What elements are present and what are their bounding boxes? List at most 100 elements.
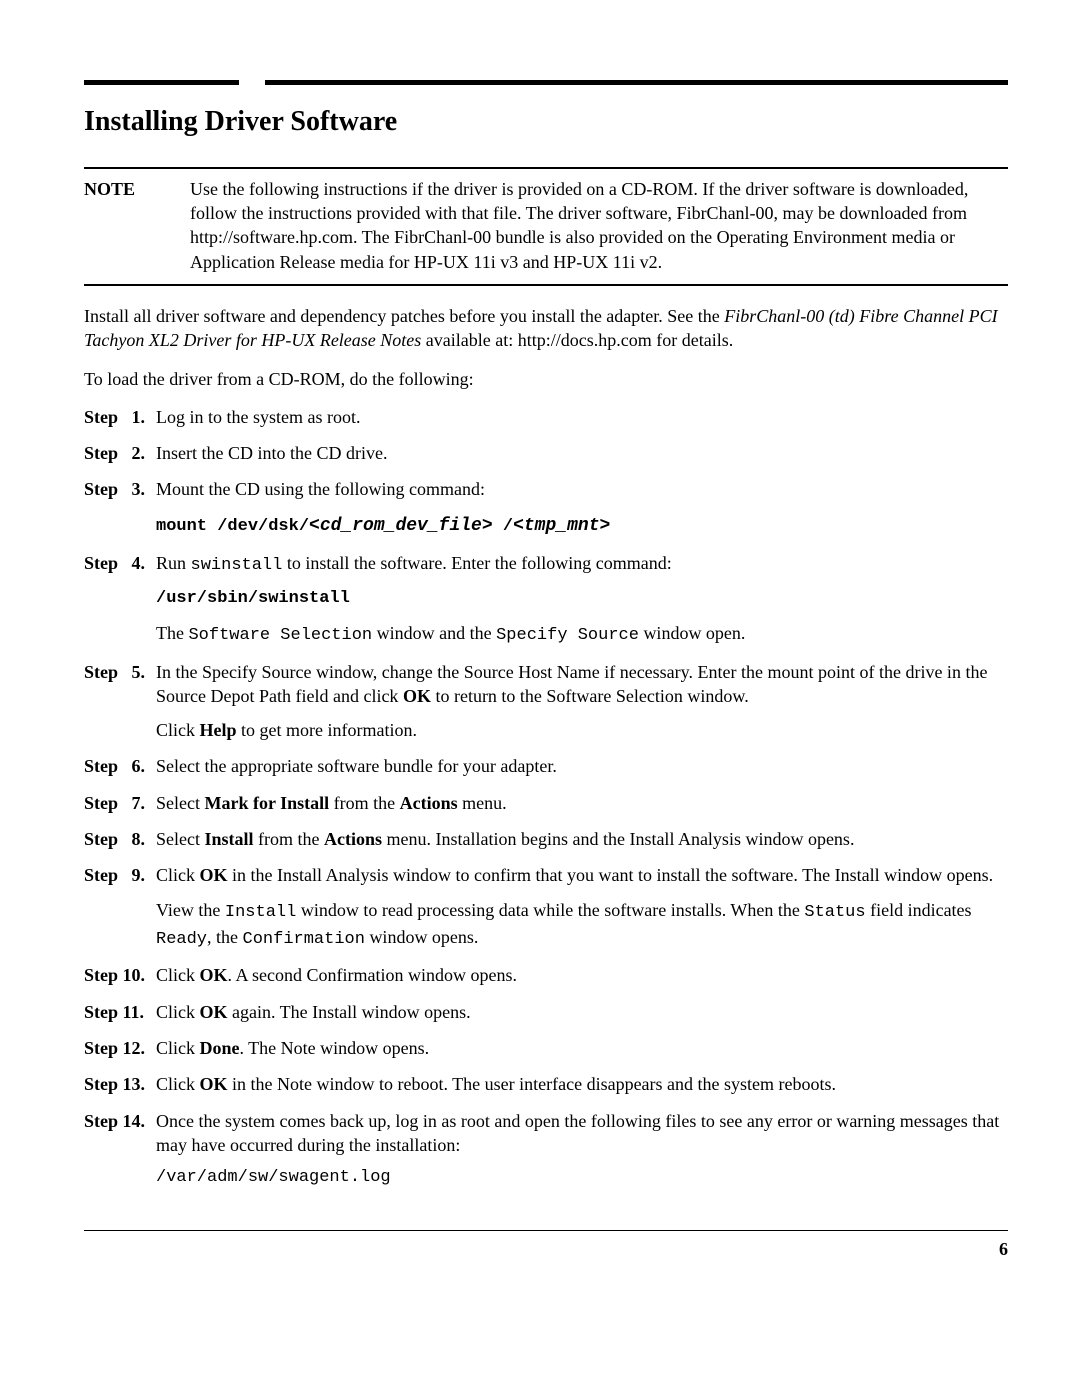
step-body: In the Specify Source window, change the… (156, 660, 1008, 743)
step-label: Step 7. (84, 791, 156, 815)
t-bold: Help (200, 720, 237, 740)
t: from the (329, 793, 399, 813)
step-2: Step 2. Insert the CD into the CD drive. (84, 441, 1008, 465)
step-text: Log in to the system as root. (156, 405, 1008, 429)
intro-paragraph-1: Install all driver software and dependen… (84, 304, 1008, 353)
step-5: Step 5. In the Specify Source window, ch… (84, 660, 1008, 743)
step-label: Step 9. (84, 863, 156, 951)
step-1: Step 1. Log in to the system as root. (84, 405, 1008, 429)
step-body: Mount the CD using the following command… (156, 477, 1008, 538)
t: . The Note window opens. (240, 1038, 430, 1058)
intro-paragraph-2: To load the driver from a CD-ROM, do the… (84, 367, 1008, 391)
t: window open. (639, 623, 746, 643)
step-label: Step 1. (84, 405, 156, 429)
t: The (156, 623, 188, 643)
step-4: Step 4. Run swinstall to install the sof… (84, 551, 1008, 648)
note-label: NOTE (84, 177, 144, 274)
step-text: The Software Selection window and the Sp… (156, 621, 1008, 648)
step-body: Click OK. A second Confirmation window o… (156, 963, 1008, 987)
t: Click (156, 865, 200, 885)
step-body: Select Install from the Actions menu. In… (156, 827, 1008, 851)
step-6: Step 6. Select the appropriate software … (84, 754, 1008, 778)
t: in the Install Analysis window to confir… (228, 865, 994, 885)
step-label: Step 6. (84, 754, 156, 778)
step-text: Click Done. The Note window opens. (156, 1036, 1008, 1060)
step-text: Mount the CD using the following command… (156, 477, 1008, 501)
step-text: View the Install window to read processi… (156, 898, 1008, 952)
intro1-a: Install all driver software and dependen… (84, 306, 724, 326)
t-bold: Mark for Install (204, 793, 329, 813)
t-mono: Status (804, 903, 865, 922)
step-3: Step 3. Mount the CD using the following… (84, 477, 1008, 538)
step-text: Insert the CD into the CD drive. (156, 441, 1008, 465)
step-body: Click Done. The Note window opens. (156, 1036, 1008, 1060)
step-command: /usr/sbin/swinstall (156, 588, 1008, 611)
step-body: Select the appropriate software bundle f… (156, 754, 1008, 778)
step-8: Step 8. Select Install from the Actions … (84, 827, 1008, 851)
t-mono: swinstall (191, 556, 283, 575)
top-rule-long (265, 80, 1008, 85)
t-mono: Install (225, 903, 296, 922)
top-rule (84, 80, 1008, 85)
step-14: Step 14. Once the system comes back up, … (84, 1109, 1008, 1191)
step-text: Click Help to get more information. (156, 718, 1008, 742)
t-bold: OK (403, 686, 431, 706)
cmd-a: mount /dev/dsk/ (156, 517, 309, 536)
t: . A second Confirmation window opens. (228, 965, 517, 985)
t: window to read processing data while the… (296, 900, 804, 920)
step-body: Click OK in the Note window to reboot. T… (156, 1072, 1008, 1096)
step-body: Select Mark for Install from the Actions… (156, 791, 1008, 815)
step-text: Once the system comes back up, log in as… (156, 1109, 1008, 1158)
step-body: Log in to the system as root. (156, 405, 1008, 429)
step-label: Step 5. (84, 660, 156, 743)
t: to return to the Software Selection wind… (431, 686, 749, 706)
t: to install the software. Enter the follo… (282, 553, 671, 573)
log-path: /var/adm/sw/swagent.log (156, 1167, 1008, 1190)
page-number: 6 (999, 1239, 1008, 1259)
step-body: Click OK again. The Install window opens… (156, 1000, 1008, 1024)
cmd-d: <tmp_mnt> (513, 516, 610, 536)
t-bold: Done (200, 1038, 240, 1058)
t: to get more information. (237, 720, 417, 740)
step-label: Step 2. (84, 441, 156, 465)
t: Select (156, 829, 204, 849)
step-label: Step 4. (84, 551, 156, 648)
t: Click (156, 1038, 200, 1058)
top-rule-short (84, 80, 239, 85)
t: , the (207, 927, 243, 947)
page-title: Installing Driver Software (84, 103, 1008, 141)
step-10: Step 10. Click OK. A second Confirmation… (84, 963, 1008, 987)
t: Select (156, 793, 204, 813)
t-mono: Specify Source (496, 626, 639, 645)
step-text: Run swinstall to install the software. E… (156, 551, 1008, 578)
step-body: Once the system comes back up, log in as… (156, 1109, 1008, 1191)
note-body: Use the following instructions if the dr… (190, 177, 1008, 274)
t: Click (156, 1002, 200, 1022)
step-text: Click OK. A second Confirmation window o… (156, 963, 1008, 987)
steps-list: Step 1. Log in to the system as root. St… (84, 405, 1008, 1190)
t: menu. (458, 793, 507, 813)
step-13: Step 13. Click OK in the Note window to … (84, 1072, 1008, 1096)
t: menu. Installation begins and the Instal… (382, 829, 854, 849)
t-bold: Install (204, 829, 253, 849)
t: Run (156, 553, 191, 573)
step-body: Click OK in the Install Analysis window … (156, 863, 1008, 951)
step-text: Click OK in the Note window to reboot. T… (156, 1072, 1008, 1096)
t: Click (156, 1074, 200, 1094)
t: Click (156, 965, 200, 985)
t: Click (156, 720, 200, 740)
t: from the (254, 829, 324, 849)
step-text: Click OK in the Install Analysis window … (156, 863, 1008, 887)
t: in the Note window to reboot. The user i… (228, 1074, 837, 1094)
step-text: Select Install from the Actions menu. In… (156, 827, 1008, 851)
t-mono: Confirmation (243, 930, 365, 949)
cmd-c: / (493, 517, 513, 536)
t-bold: Actions (400, 793, 458, 813)
note-block: NOTE Use the following instructions if t… (84, 167, 1008, 286)
step-body: Run swinstall to install the software. E… (156, 551, 1008, 648)
step-command: mount /dev/dsk/<cd_rom_dev_file> /<tmp_m… (156, 512, 1008, 539)
step-label: Step 14. (84, 1109, 156, 1191)
cmd-b: <cd_rom_dev_file> (309, 516, 493, 536)
t-bold: Actions (324, 829, 382, 849)
step-label: Step 3. (84, 477, 156, 538)
